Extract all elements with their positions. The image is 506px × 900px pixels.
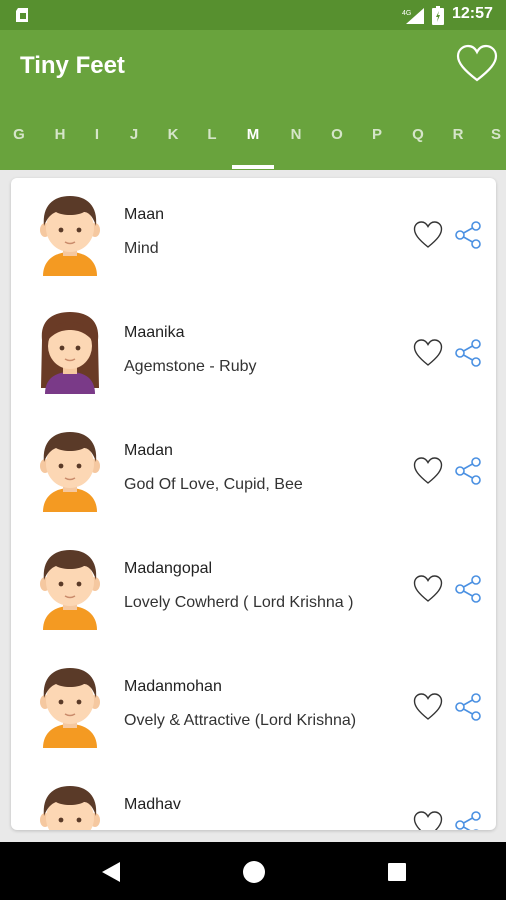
tab-o[interactable]: O (322, 126, 352, 143)
list-item[interactable]: Maan Mind (11, 178, 496, 296)
status-bar: 4G 12:57 (0, 0, 506, 30)
name-text: Madhav (124, 796, 181, 813)
list-item[interactable]: Madan God Of Love, Cupid, Bee (11, 414, 496, 532)
heart-icon[interactable] (413, 338, 443, 368)
tab-g[interactable]: G (4, 126, 34, 143)
tab-q[interactable]: Q (403, 126, 433, 143)
meaning-text: God Of Love, Cupid, Bee (124, 476, 303, 493)
tab-l[interactable]: L (197, 126, 227, 143)
heart-icon[interactable] (413, 692, 443, 722)
meaning-text: Lovely Cowherd ( Lord Krishna ) (124, 594, 354, 611)
heart-icon[interactable] (413, 574, 443, 604)
app-bar: Tiny Feet G H I J K L M N O P Q R S (0, 30, 506, 170)
meaning-text: Agemstone - Ruby (124, 358, 257, 375)
favorites-heart-icon[interactable] (456, 44, 498, 84)
boy-avatar-icon (40, 550, 100, 630)
share-icon[interactable] (453, 574, 483, 604)
app-title: Tiny Feet (20, 52, 125, 79)
signal-icon: 4G (402, 8, 424, 24)
status-time: 12:57 (452, 5, 493, 22)
heart-icon[interactable] (413, 810, 443, 830)
tab-k[interactable]: K (158, 126, 188, 143)
navigation-bar (0, 842, 506, 900)
tab-m[interactable]: M (238, 126, 268, 143)
tab-i[interactable]: I (82, 126, 112, 143)
network-type: 4G (402, 10, 411, 17)
girl-avatar-icon (41, 312, 99, 394)
name-text: Maan (124, 206, 165, 223)
list-item[interactable]: Madhav (11, 768, 496, 830)
share-icon[interactable] (453, 692, 483, 722)
meaning-text: Ovely & Attractive (Lord Krishna) (124, 712, 357, 729)
list-item[interactable]: Madangopal Lovely Cowherd ( Lord Krishna… (11, 532, 496, 650)
tab-p[interactable]: P (362, 126, 392, 143)
home-icon[interactable] (242, 860, 266, 884)
battery-icon (432, 6, 444, 25)
names-list: Maan Mind Maanika Agemstone - Ruby Madan… (11, 178, 496, 830)
name-text: Maanika (124, 324, 185, 341)
recents-icon[interactable] (387, 862, 407, 882)
name-text: Madanmohan (124, 678, 222, 695)
heart-icon[interactable] (413, 456, 443, 486)
back-icon[interactable] (100, 860, 122, 884)
list-item[interactable]: Maanika Agemstone - Ruby (11, 296, 496, 414)
share-icon[interactable] (453, 456, 483, 486)
boy-avatar-icon (40, 668, 100, 748)
tab-j[interactable]: J (119, 126, 149, 143)
boy-avatar-icon (40, 196, 100, 276)
tab-h[interactable]: H (45, 126, 75, 143)
tab-s[interactable]: S (481, 126, 506, 143)
sim-card-icon (16, 8, 28, 22)
boy-avatar-icon (40, 786, 100, 830)
meaning-text: Mind (124, 240, 159, 257)
share-icon[interactable] (453, 338, 483, 368)
name-text: Madan (124, 442, 173, 459)
share-icon[interactable] (453, 810, 483, 830)
boy-avatar-icon (40, 432, 100, 512)
alphabet-tabs: G H I J K L M N O P Q R S (0, 120, 506, 170)
list-item[interactable]: Madanmohan Ovely & Attractive (Lord Kris… (11, 650, 496, 768)
tab-n[interactable]: N (281, 126, 311, 143)
tab-indicator (232, 165, 274, 169)
name-text: Madangopal (124, 560, 213, 577)
tab-r[interactable]: R (443, 126, 473, 143)
heart-icon[interactable] (413, 220, 443, 250)
share-icon[interactable] (453, 220, 483, 250)
